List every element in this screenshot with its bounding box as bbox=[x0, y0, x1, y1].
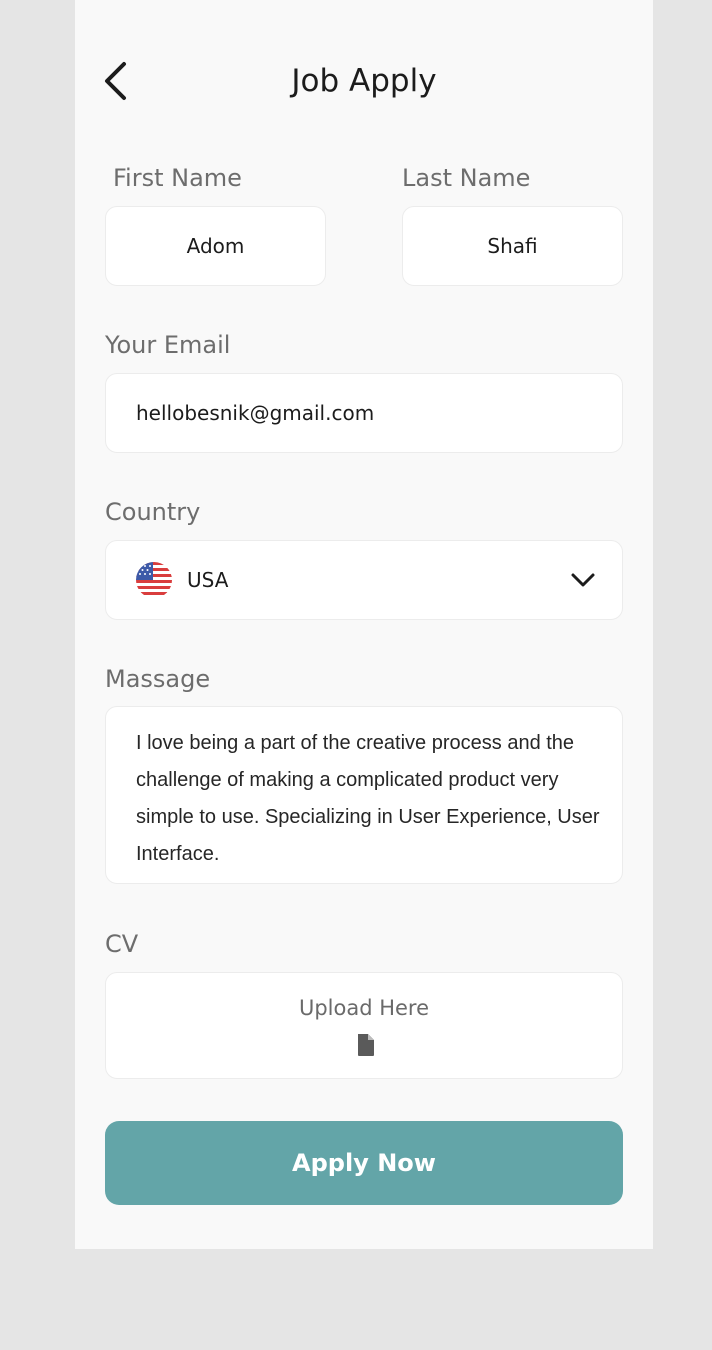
first-name-label: First Name bbox=[113, 164, 242, 192]
page-title: Job Apply bbox=[291, 63, 437, 99]
last-name-input[interactable] bbox=[403, 207, 622, 285]
last-name-label: Last Name bbox=[402, 164, 531, 192]
back-button[interactable] bbox=[97, 60, 133, 102]
cv-upload-area[interactable]: Upload Here bbox=[105, 972, 623, 1079]
upload-text: Upload Here bbox=[298, 996, 430, 1020]
email-label: Your Email bbox=[105, 331, 231, 359]
country-label: Country bbox=[105, 498, 201, 526]
file-icon bbox=[358, 1034, 374, 1056]
chevron-down-icon bbox=[571, 573, 595, 587]
message-input[interactable]: I love being a part of the creative proc… bbox=[136, 725, 606, 873]
job-apply-screen: Job Apply First Name Last Name Your Emai… bbox=[75, 0, 653, 1249]
last-name-field[interactable] bbox=[402, 206, 623, 286]
country-value: USA bbox=[187, 568, 229, 592]
country-select[interactable]: USA bbox=[105, 540, 623, 620]
first-name-input[interactable] bbox=[106, 207, 325, 285]
chevron-left-icon bbox=[105, 62, 126, 100]
cv-label: CV bbox=[105, 930, 139, 958]
email-field[interactable] bbox=[105, 373, 623, 453]
email-input[interactable] bbox=[106, 374, 622, 452]
first-name-field[interactable] bbox=[105, 206, 326, 286]
us-flag-icon bbox=[136, 562, 172, 598]
apply-now-button[interactable]: Apply Now bbox=[105, 1121, 623, 1205]
message-label: Massage bbox=[105, 665, 211, 693]
message-field[interactable]: I love being a part of the creative proc… bbox=[105, 706, 623, 884]
